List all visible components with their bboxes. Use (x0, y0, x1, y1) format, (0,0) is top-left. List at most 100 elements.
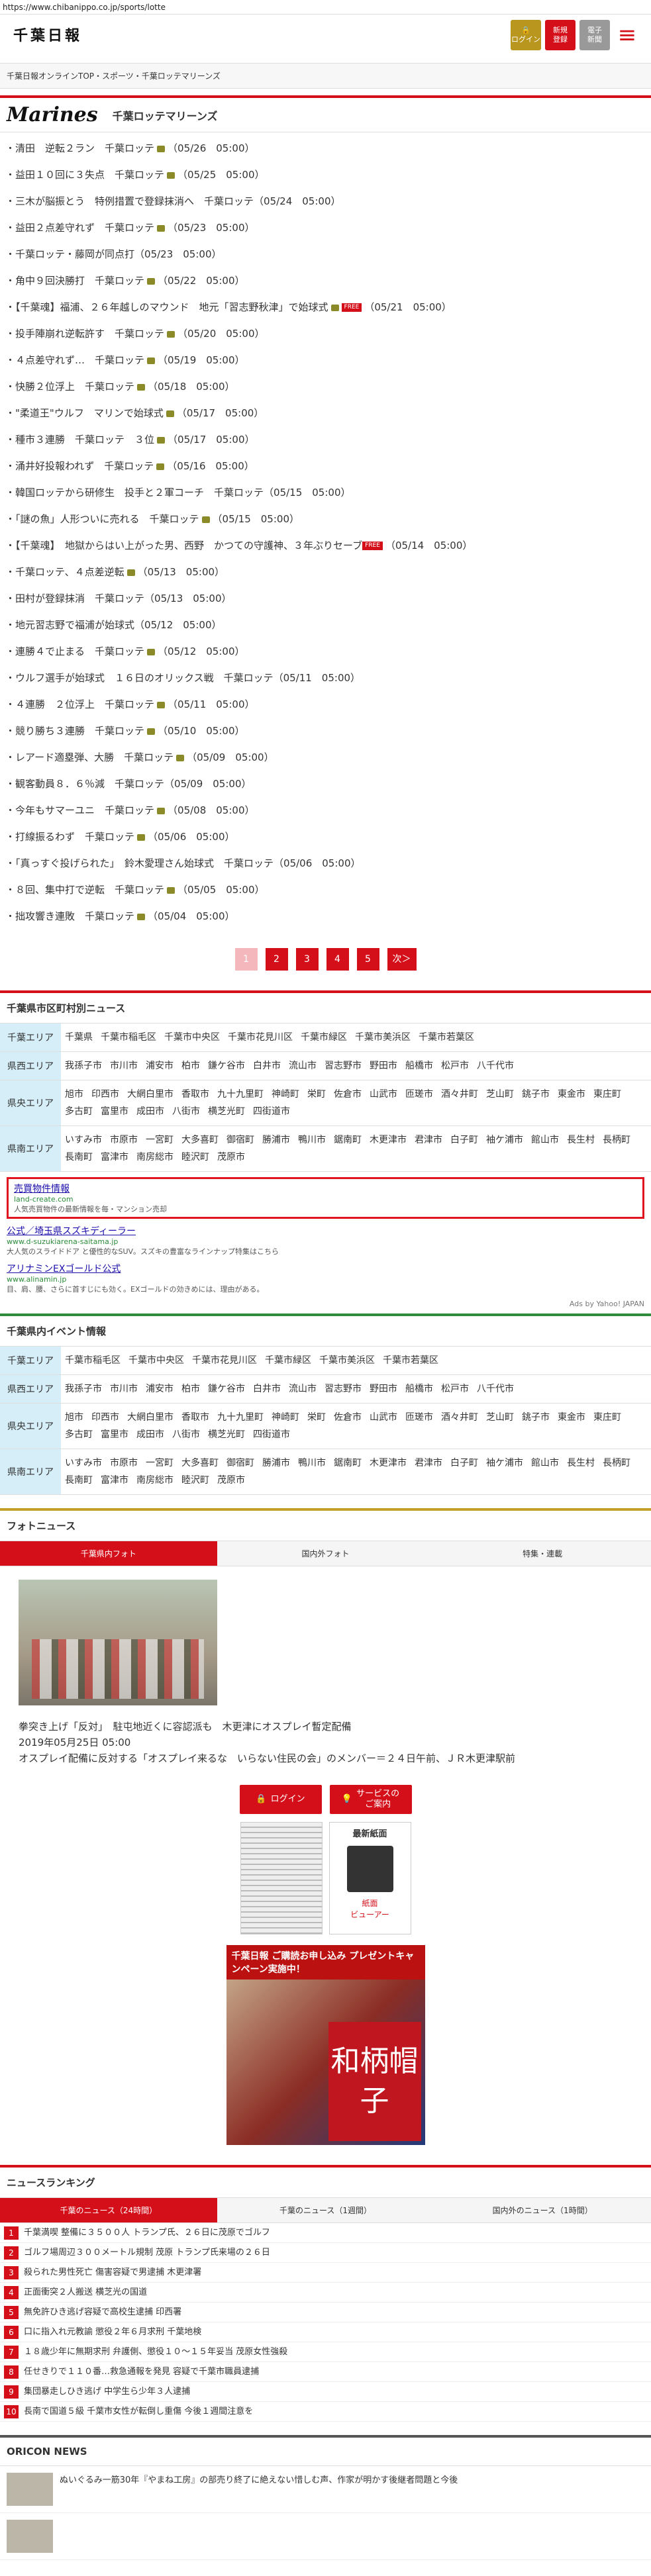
area-link[interactable]: 鎌ケ谷市 (208, 1059, 245, 1073)
area-link[interactable]: 富里市 (101, 1104, 128, 1119)
area-link[interactable]: 千葉市若葉区 (419, 1030, 474, 1045)
list-item[interactable]: 千葉ロッテ・藤岡が同点打（05/23 05:00） (0, 241, 651, 267)
area-link[interactable]: 酒々井町 (441, 1410, 478, 1425)
oricon-item[interactable]: ぬいぐるみ一筋30年『やまね工房』の部売り終了に絶えない惜しむ声、作家が明かす後… (0, 2466, 651, 2513)
area-link[interactable]: 栄町 (307, 1087, 326, 1102)
area-link[interactable]: 神崎町 (272, 1087, 299, 1102)
area-link[interactable]: 鎌ケ谷市 (208, 1382, 245, 1396)
list-item[interactable]: ４点差守れず… 千葉ロッテ （05/19 05:00） (0, 347, 651, 373)
area-link[interactable]: 茂原市 (217, 1473, 245, 1488)
hamburger-menu-icon[interactable]: ≡ (614, 20, 640, 50)
news-headline[interactable]: 観客動員８．６％減 千葉ロッテ (15, 778, 164, 790)
tab[interactable]: 千葉県内フォト (0, 1541, 217, 1566)
area-link[interactable]: 御宿町 (226, 1133, 254, 1147)
rank-headline[interactable]: １８歳少年に無期求刑 弁護側、懲役１０～１５年妥当 茂原女性強殺 (24, 2347, 287, 2357)
table-row[interactable]: 1 千葉満喫 整備に３５００人 トランプ氏、２６日に茂原でゴルフ (0, 2223, 651, 2243)
area-link[interactable]: 匝瑳市 (405, 1087, 433, 1102)
list-item[interactable]: 種市３連勝 千葉ロッテ ３位 （05/17 05:00） (0, 426, 651, 453)
campaign-banner[interactable]: 千葉日報 ご購読お申し込み プレゼントキャンペーン実施中！ 和柄帽子 (226, 1945, 425, 2145)
area-link[interactable]: 栄町 (307, 1410, 326, 1425)
area-link[interactable]: 千葉市緑区 (265, 1353, 311, 1368)
rank-headline[interactable]: 口に指入れ元教諭 懲役２年６月求刑 千葉地検 (24, 2327, 201, 2337)
area-link[interactable]: 柏市 (181, 1382, 200, 1396)
news-headline[interactable]: 種市３連勝 千葉ロッテ ３位 (15, 434, 154, 446)
area-link[interactable]: 山武市 (370, 1087, 397, 1102)
area-link[interactable]: 千葉市美浜区 (319, 1353, 375, 1368)
news-headline[interactable]: 快勝２位浮上 千葉ロッテ (15, 381, 134, 393)
area-link[interactable]: 九十九里町 (217, 1410, 264, 1425)
area-link[interactable]: 佐倉市 (334, 1410, 362, 1425)
list-item[interactable]: 清田 逆転２ラン 千葉ロッテ （05/26 05:00） (0, 135, 651, 162)
list-item[interactable]: ４連勝 ２位浮上 千葉ロッテ （05/11 05:00） (0, 691, 651, 718)
area-link[interactable]: 九十九里町 (217, 1087, 264, 1102)
area-link[interactable]: 野田市 (370, 1382, 397, 1396)
news-headline[interactable]: 韓国ロッテから研修生 投手と２軍コーチ 千葉ロッテ (15, 487, 264, 499)
area-link[interactable]: 東金市 (558, 1087, 585, 1102)
area-link[interactable]: 我孫子市 (65, 1059, 102, 1073)
news-headline[interactable]: 涌井好投報われず 千葉ロッテ (15, 460, 154, 472)
ad-item[interactable]: 売買物件情報 land-create.com 人気売買物件の最新情報を毎・マンション… (7, 1177, 644, 1219)
area-link[interactable]: 横芝光町 (208, 1104, 245, 1119)
area-link[interactable]: 千葉市稲毛区 (65, 1353, 121, 1368)
area-link[interactable]: 千葉市美浜区 (355, 1030, 411, 1045)
area-link[interactable]: 柏市 (181, 1059, 200, 1073)
area-link[interactable]: 東金市 (558, 1410, 585, 1425)
ad-item[interactable]: 公式／埼玉県スズキディーラー www.d-suzukiarena-saitama.… (7, 1224, 644, 1257)
area-link[interactable]: 勝浦市 (262, 1133, 290, 1147)
area-link[interactable]: 富津市 (101, 1150, 128, 1165)
list-item[interactable]: 角中９回決勝打 千葉ロッテ （05/22 05:00） (0, 267, 651, 294)
news-headline[interactable]: 千葉ロッテ・藤岡が同点打 (15, 248, 134, 260)
area-link[interactable]: 印西市 (91, 1410, 119, 1425)
area-link[interactable]: 横芝光町 (208, 1427, 245, 1442)
area-link[interactable]: 館山市 (531, 1456, 559, 1470)
area-link[interactable]: 八街市 (172, 1104, 200, 1119)
area-link[interactable]: 習志野市 (325, 1382, 362, 1396)
table-row[interactable]: 7 １８歳少年に無期求刑 弁護側、懲役１０～１５年妥当 茂原女性強殺 (0, 2342, 651, 2362)
area-link[interactable]: 松戸市 (441, 1382, 469, 1396)
list-item[interactable]: 連勝４で止まる 千葉ロッテ （05/12 05:00） (0, 638, 651, 665)
area-link[interactable]: 館山市 (531, 1133, 559, 1147)
news-headline[interactable]: 「真っすぐ投げられた」 鈴木愛理さん始球式 千葉ロッテ (15, 857, 274, 869)
news-headline[interactable]: ４連勝 ２位浮上 千葉ロッテ (15, 698, 154, 710)
area-link[interactable]: 鴨川市 (298, 1133, 326, 1147)
area-link[interactable]: 船橋市 (405, 1382, 433, 1396)
area-link[interactable]: 市原市 (110, 1133, 138, 1147)
news-headline[interactable]: 【千葉魂】福浦、２６年越しのマウンド 地元「習志野秋津」で始球式 (15, 301, 328, 313)
area-link[interactable]: 多古町 (65, 1104, 93, 1119)
area-link[interactable]: 千葉市稲毛区 (101, 1030, 156, 1045)
area-link[interactable]: 市川市 (110, 1382, 138, 1396)
table-row[interactable]: 9 集団暴走しひき逃げ 中学生ら少年３人逮捕 (0, 2382, 651, 2402)
ad-item[interactable]: アリナミンEXゴールド公式 www.alinamin.jp 目、肩、腰、さらに首すじ… (7, 1262, 644, 1294)
news-headline[interactable]: 「謎の魚」人形ついに売れる 千葉ロッテ (15, 513, 199, 525)
area-link[interactable]: 香取市 (181, 1410, 209, 1425)
area-link[interactable]: 茂原市 (217, 1150, 245, 1165)
list-item[interactable]: 地元習志野で福浦が始球式（05/12 05:00） (0, 612, 651, 638)
area-link[interactable]: 大網白里市 (127, 1087, 174, 1102)
photo-news-image[interactable] (19, 1580, 217, 1705)
news-headline[interactable]: 拙攻響き連敗 千葉ロッテ (15, 910, 134, 922)
area-link[interactable]: 千葉市若葉区 (383, 1353, 438, 1368)
area-link[interactable]: 流山市 (289, 1382, 317, 1396)
area-link[interactable]: 芝山町 (486, 1410, 514, 1425)
area-link[interactable]: 鴨川市 (298, 1456, 326, 1470)
tab[interactable]: 千葉のニュース（24時間） (0, 2198, 217, 2223)
register-button[interactable]: 新規 登録 (545, 20, 576, 50)
page-link[interactable]: 4 (326, 948, 349, 971)
area-link[interactable]: 旭市 (65, 1087, 83, 1102)
area-link[interactable]: 市川市 (110, 1059, 138, 1073)
news-headline[interactable]: 【千葉魂】 地獄からはい上がった男、西野 かつての守護神、３年ぶりセーブ (15, 540, 362, 551)
tab[interactable]: 特集・連載 (434, 1541, 651, 1566)
news-headline[interactable]: 打線振るわず 千葉ロッテ (15, 831, 134, 843)
area-link[interactable]: 長柄町 (603, 1133, 630, 1147)
list-item[interactable]: 競り勝ち３連勝 千葉ロッテ （05/10 05:00） (0, 718, 651, 744)
area-link[interactable]: 八千代市 (477, 1059, 514, 1073)
area-link[interactable]: 匝瑳市 (405, 1410, 433, 1425)
news-headline[interactable]: 連勝４で止まる 千葉ロッテ (15, 645, 144, 657)
area-link[interactable]: 松戸市 (441, 1059, 469, 1073)
area-link[interactable]: 千葉市緑区 (301, 1030, 347, 1045)
list-item[interactable]: 益田１０回に３失点 千葉ロッテ （05/25 05:00） (0, 162, 651, 188)
area-link[interactable]: 東庄町 (593, 1410, 621, 1425)
area-link[interactable]: 富里市 (101, 1427, 128, 1442)
area-link[interactable]: 香取市 (181, 1087, 209, 1102)
area-link[interactable]: 袖ケ浦市 (486, 1456, 523, 1470)
